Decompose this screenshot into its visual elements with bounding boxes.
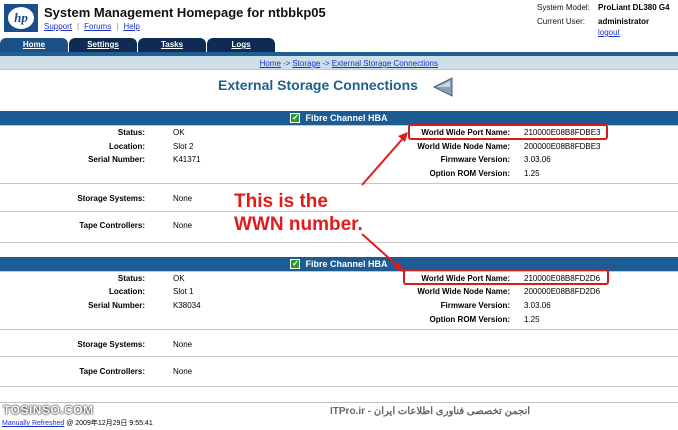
- svg-text:hp: hp: [14, 10, 28, 25]
- hba-2-serial-label: Serial Number:: [88, 301, 145, 310]
- hba-1-status-value: OK: [173, 128, 185, 137]
- hba-1-serial-value: K41371: [173, 155, 201, 164]
- current-user-value: administrator: [598, 17, 650, 26]
- hba-1-tape-value: None: [173, 221, 193, 230]
- breadcrumb: Home -> Storage -> External Storage Connecti…: [259, 59, 438, 68]
- system-info: System Model: ProLiant DL380 G4 Current U…: [537, 3, 670, 37]
- breadcrumb-storage[interactable]: Storage: [292, 59, 320, 68]
- hp-logo: hp: [4, 4, 38, 32]
- hba-2-optrom-value: 1.25: [524, 315, 540, 324]
- hba-2-location-label: Location:: [109, 287, 145, 296]
- wwpn-highlight-box-1: [408, 124, 608, 140]
- hba-1-location-value: Slot 2: [173, 142, 194, 151]
- hba-1-firmware-value: 3.03.06: [524, 155, 551, 164]
- hba-2-storage-value: None: [173, 340, 193, 349]
- hba-2-wwnn-value: 200000E08B8FD2D6: [524, 287, 601, 296]
- back-arrow-icon[interactable]: [432, 76, 454, 98]
- system-model-label: System Model:: [537, 3, 590, 12]
- check-icon: ✓: [290, 259, 301, 269]
- divider: [0, 183, 678, 184]
- hba-2-wwnn-label: World Wide Node Name:: [417, 287, 510, 296]
- manual-refresh-link[interactable]: Manually Refreshed: [2, 420, 64, 427]
- hba-1-title: Fibre Channel HBA: [305, 113, 388, 123]
- hba-1-optrom-label: Option ROM Version:: [429, 169, 510, 178]
- breadcrumb-bar: Home -> Storage -> External Storage Connecti…: [0, 56, 678, 70]
- divider: [0, 356, 678, 357]
- wwn-annotation: This is the WWN number.: [234, 190, 363, 236]
- tab-settings[interactable]: Settings: [69, 38, 137, 52]
- divider: [0, 242, 678, 243]
- check-icon: ✓: [290, 113, 301, 123]
- system-model-value: ProLiant DL380 G4: [598, 3, 670, 12]
- hba-1-wwnn-value: 200000E08B8FDBE3: [524, 142, 601, 151]
- page-title: External Storage Connections: [218, 77, 418, 93]
- watermark-left: TOSINSO.COM: [3, 403, 94, 417]
- tab-logs[interactable]: Logs: [207, 38, 275, 52]
- support-link[interactable]: Support: [44, 22, 72, 31]
- hba-1-optrom-value: 1.25: [524, 169, 540, 178]
- breadcrumb-current[interactable]: External Storage Connections: [332, 59, 438, 68]
- forums-link[interactable]: Forums: [84, 22, 111, 31]
- divider: [0, 329, 678, 330]
- hba-2-optrom-label: Option ROM Version:: [429, 315, 510, 324]
- hba-1-status-label: Status:: [117, 128, 145, 137]
- hba-1-storage-label: Storage Systems:: [77, 194, 145, 203]
- annotation-line-1: This is the: [234, 191, 328, 212]
- refresh-info: Manually Refreshed @ 2009年12月29日 9:55:41: [2, 418, 153, 428]
- tab-home[interactable]: Home: [0, 38, 68, 52]
- hba-2-serial-value: K38034: [173, 301, 201, 310]
- app-title: System Management Homepage for ntbbkp05: [44, 5, 326, 20]
- footer-divider: [0, 402, 678, 403]
- hba-2-tape-value: None: [173, 367, 193, 376]
- logout-link[interactable]: logout: [598, 28, 620, 38]
- refresh-time: @ 2009年12月29日 9:55:41: [66, 420, 153, 427]
- hba-1-storage-value: None: [173, 194, 193, 203]
- main-tabs: Home Settings Tasks Logs: [0, 38, 276, 52]
- current-user-label: Current User:: [537, 17, 586, 26]
- hba-1-serial-label: Serial Number:: [88, 155, 145, 164]
- hba-2-firmware-value: 3.03.06: [524, 301, 551, 310]
- wwpn-highlight-box-2: [403, 269, 609, 285]
- hba-1-wwnn-label: World Wide Node Name:: [417, 142, 510, 151]
- hba-2-tape-label: Tape Controllers:: [79, 367, 145, 376]
- divider: [0, 386, 678, 387]
- hba-2-status-label: Status:: [117, 274, 145, 283]
- hba-2-storage-label: Storage Systems:: [77, 340, 145, 349]
- breadcrumb-home[interactable]: Home: [260, 59, 281, 68]
- hba-1-firmware-label: Firmware Version:: [440, 155, 510, 164]
- hba-1-tape-label: Tape Controllers:: [79, 221, 145, 230]
- header-links: Support | Forums | Help: [44, 22, 140, 31]
- watermark-right: ITPro.ir - انجمن تخصصی فناوری اطلاعات ای…: [330, 406, 531, 417]
- tab-tasks[interactable]: Tasks: [138, 38, 206, 52]
- hba-2-firmware-label: Firmware Version:: [440, 301, 510, 310]
- hba-2-title: Fibre Channel HBA: [305, 259, 388, 269]
- hba-2-location-value: Slot 1: [173, 287, 194, 296]
- annotation-line-2: WWN number.: [234, 214, 363, 235]
- help-link[interactable]: Help: [123, 22, 139, 31]
- hba-1-header: ✓ Fibre Channel HBA: [0, 111, 678, 125]
- hba-2-status-value: OK: [173, 274, 185, 283]
- hba-1-location-label: Location:: [109, 142, 145, 151]
